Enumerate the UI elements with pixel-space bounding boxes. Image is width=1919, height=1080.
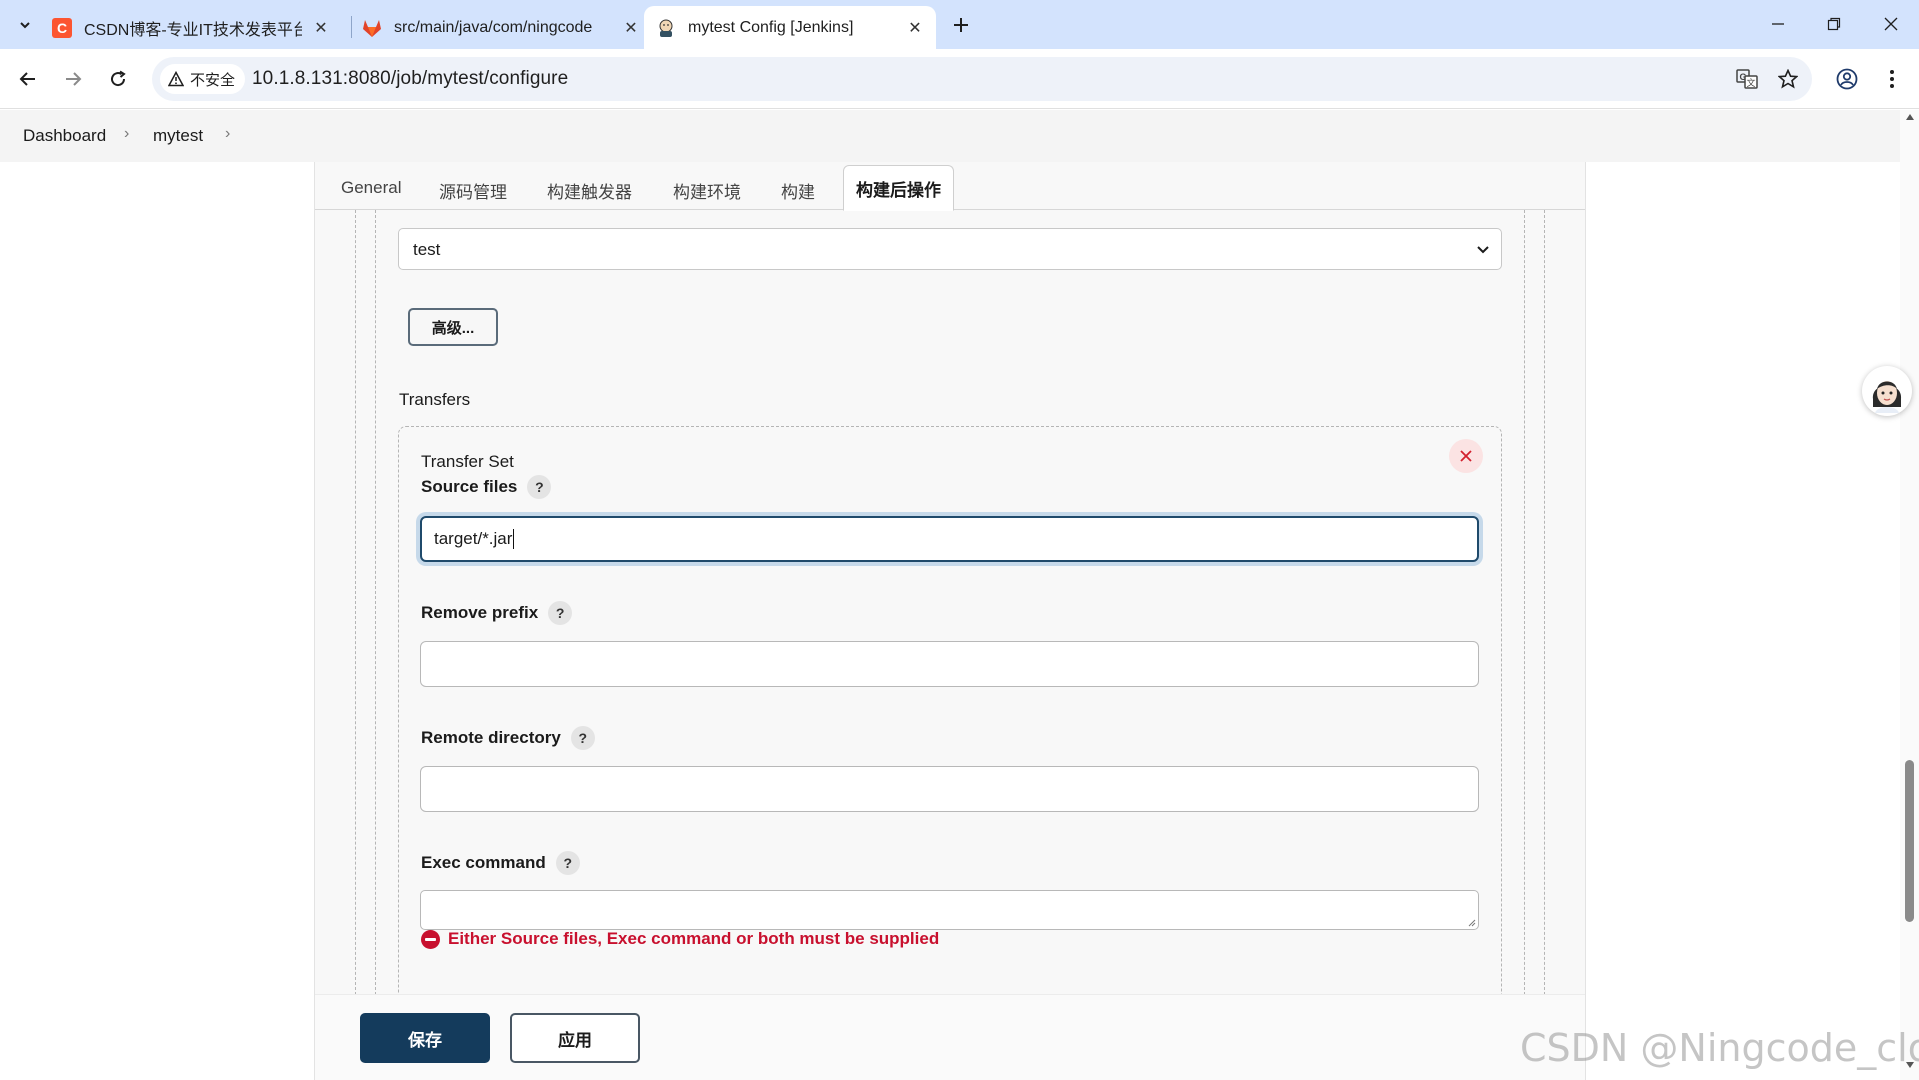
tab-search-button[interactable] bbox=[12, 12, 38, 38]
apply-button[interactable]: 应用 bbox=[510, 1013, 640, 1063]
profile-button[interactable] bbox=[1831, 63, 1863, 95]
error-message: Either Source files, Exec command or bot… bbox=[448, 929, 940, 948]
chevron-right-icon[interactable]: › bbox=[225, 125, 230, 143]
tab-general[interactable]: General bbox=[341, 178, 401, 198]
translate-icon: G文 bbox=[1736, 69, 1758, 89]
security-label: 不安全 bbox=[190, 71, 236, 89]
advanced-button[interactable]: 高级... bbox=[408, 308, 498, 346]
close-tab-icon[interactable]: ✕ bbox=[620, 17, 642, 39]
browser-tab-gitlab[interactable]: src/main/java/com/ningcode ✕ bbox=[362, 6, 652, 49]
source-files-label: Source files ? bbox=[421, 475, 552, 499]
tab-post-build-actions[interactable]: 构建后操作 bbox=[843, 165, 954, 211]
minimize-button[interactable] bbox=[1758, 8, 1798, 40]
new-tab-button[interactable] bbox=[948, 12, 974, 38]
chevron-down-icon bbox=[1477, 246, 1489, 254]
restore-icon bbox=[1827, 17, 1841, 31]
close-window-button[interactable] bbox=[1871, 8, 1911, 40]
reload-button[interactable] bbox=[102, 63, 134, 95]
remote-directory-label-text: Remote directory bbox=[421, 728, 561, 747]
exec-command-label-text: Exec command bbox=[421, 853, 546, 872]
tab-scm[interactable]: 源码管理 bbox=[439, 178, 507, 203]
gitlab-favicon-icon bbox=[363, 19, 381, 37]
plus-icon bbox=[954, 18, 968, 32]
account-icon bbox=[1836, 68, 1858, 90]
remove-prefix-label: Remove prefix ? bbox=[421, 601, 573, 625]
security-indicator[interactable]: 不安全 bbox=[160, 64, 246, 94]
source-files-input[interactable]: target/*.jar bbox=[420, 516, 1479, 562]
exec-command-label: Exec command ? bbox=[421, 851, 580, 875]
url-text[interactable]: 10.1.8.131:8080/job/mytest/configure bbox=[252, 68, 568, 90]
validation-error: Either Source files, Exec command or bot… bbox=[421, 929, 939, 949]
error-icon bbox=[421, 929, 440, 949]
address-bar[interactable]: 不安全 10.1.8.131:8080/job/mytest/configure… bbox=[152, 57, 1812, 101]
breadcrumb-job[interactable]: mytest bbox=[153, 126, 203, 146]
tab-build-triggers[interactable]: 构建触发器 bbox=[547, 178, 632, 203]
csdn-favicon-icon: C bbox=[52, 17, 72, 38]
breadcrumb: Dashboard › mytest › bbox=[0, 110, 1900, 162]
browser-toolbar: 不安全 10.1.8.131:8080/job/mytest/configure… bbox=[0, 49, 1919, 109]
help-icon[interactable]: ? bbox=[570, 726, 595, 750]
restore-button[interactable] bbox=[1814, 8, 1854, 40]
source-files-value: target/*.jar bbox=[434, 529, 513, 548]
tab-title: CSDN博客-专业IT技术发表平台 bbox=[84, 21, 302, 39]
remote-directory-input[interactable] bbox=[420, 766, 1479, 812]
assistant-avatar[interactable] bbox=[1862, 366, 1912, 416]
arrow-left-icon bbox=[19, 72, 35, 86]
warning-icon bbox=[168, 71, 184, 87]
tab-build-environment[interactable]: 构建环境 bbox=[673, 178, 741, 203]
remove-prefix-label-text: Remove prefix bbox=[421, 603, 539, 622]
browser-tab-csdn[interactable]: C CSDN博客-专业IT技术发表平台 ✕ bbox=[52, 6, 342, 49]
delete-transfer-set-button[interactable] bbox=[1449, 439, 1483, 473]
tab-title: src/main/java/com/ningcode bbox=[394, 18, 593, 36]
translate-button[interactable]: G文 bbox=[1735, 67, 1759, 91]
svg-text:C: C bbox=[57, 20, 67, 36]
close-icon bbox=[1884, 17, 1898, 31]
close-tab-icon[interactable]: ✕ bbox=[904, 17, 926, 39]
tab-divider bbox=[351, 16, 352, 38]
save-button[interactable]: 保存 bbox=[360, 1013, 490, 1063]
help-icon[interactable]: ? bbox=[527, 475, 552, 499]
tab-title: mytest Config [Jenkins] bbox=[688, 18, 854, 36]
arrow-right-icon bbox=[66, 72, 82, 86]
scroll-up-arrow-icon[interactable] bbox=[1906, 114, 1914, 120]
help-icon[interactable]: ? bbox=[548, 601, 573, 625]
star-icon bbox=[1778, 69, 1798, 89]
back-button[interactable] bbox=[12, 63, 44, 95]
jenkins-favicon-icon bbox=[659, 19, 673, 37]
remote-directory-label: Remote directory ? bbox=[421, 726, 595, 750]
tab-build[interactable]: 构建 bbox=[781, 178, 815, 203]
reload-icon bbox=[111, 70, 126, 87]
config-tabs: General 源码管理 构建触发器 构建环境 构建 构建后操作 bbox=[315, 162, 1585, 211]
browser-menu-button[interactable] bbox=[1876, 63, 1908, 95]
select-value: test bbox=[413, 240, 441, 259]
close-icon bbox=[1460, 450, 1472, 462]
transfers-heading: Transfers bbox=[399, 390, 471, 409]
breadcrumb-dashboard[interactable]: Dashboard bbox=[23, 126, 106, 146]
svg-text:文: 文 bbox=[1746, 77, 1755, 89]
watermark-text: CSDN @Ningcode_cloud bbox=[1520, 1026, 1919, 1070]
remove-prefix-input[interactable] bbox=[420, 641, 1479, 687]
chevron-right-icon: › bbox=[124, 125, 130, 142]
help-icon[interactable]: ? bbox=[555, 851, 580, 875]
bookmark-button[interactable] bbox=[1776, 67, 1800, 91]
browser-tab-jenkins[interactable]: mytest Config [Jenkins] ✕ bbox=[644, 6, 936, 49]
scrollbar-thumb[interactable] bbox=[1905, 760, 1914, 922]
source-files-label-text: Source files bbox=[421, 477, 518, 496]
more-vertical-icon bbox=[1890, 70, 1894, 88]
browser-tab-bar: C CSDN博客-专业IT技术发表平台 ✕ src/main/java/com/… bbox=[0, 0, 1919, 49]
chevron-down-icon bbox=[20, 22, 30, 29]
minimize-icon bbox=[1772, 23, 1784, 25]
page-scrollbar[interactable] bbox=[1900, 110, 1919, 1080]
ssh-server-select[interactable]: test bbox=[398, 228, 1502, 270]
assistant-avatar-icon bbox=[1872, 381, 1902, 413]
transfer-set-title: Transfer Set bbox=[421, 452, 514, 471]
close-tab-icon[interactable]: ✕ bbox=[310, 17, 332, 39]
form-actions-bar bbox=[315, 994, 1585, 1080]
forward-button[interactable] bbox=[57, 63, 89, 95]
text-cursor bbox=[513, 529, 515, 549]
exec-command-textarea[interactable] bbox=[420, 890, 1479, 930]
resize-handle-icon[interactable] bbox=[1466, 917, 1476, 927]
